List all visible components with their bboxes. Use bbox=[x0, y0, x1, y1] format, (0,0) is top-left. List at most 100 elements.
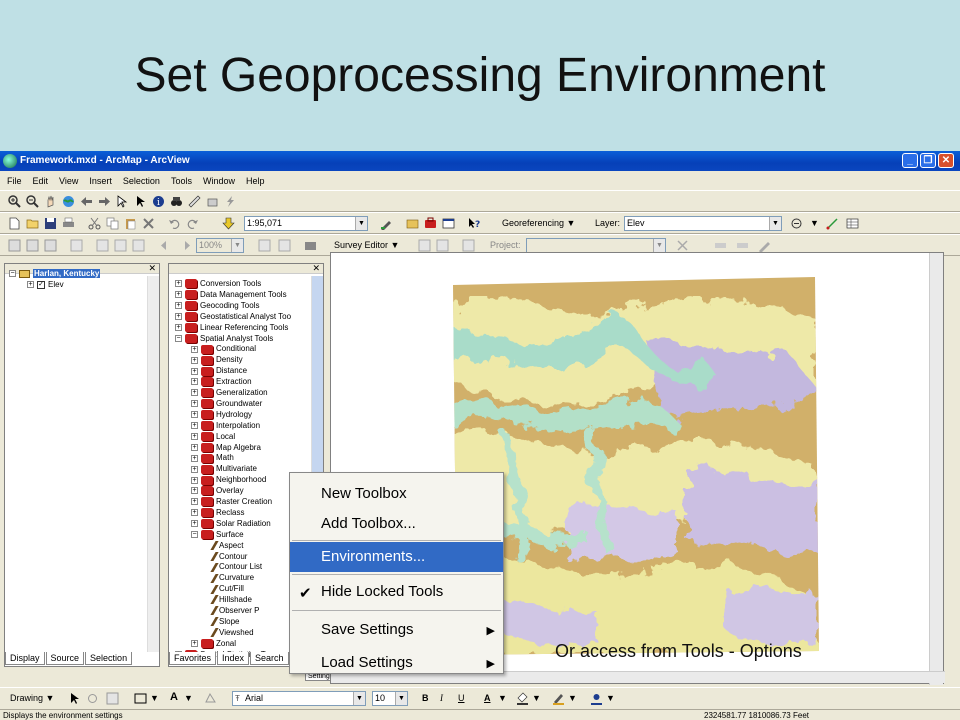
undo-icon[interactable] bbox=[168, 217, 181, 230]
toolbox-item[interactable]: + Solar Radiation bbox=[191, 518, 271, 529]
layout-zoom-in-icon[interactable] bbox=[8, 239, 21, 252]
toolbox-item[interactable]: + Data Management Tools bbox=[175, 289, 287, 300]
font-combo[interactable]: Ŧ Arial ▼ bbox=[232, 691, 366, 706]
layout-whole-page-icon[interactable] bbox=[70, 239, 83, 252]
tab-selection[interactable]: Selection bbox=[85, 652, 133, 665]
back-extent-icon[interactable] bbox=[80, 195, 93, 208]
find-icon[interactable] bbox=[170, 195, 183, 208]
expand-icon[interactable]: + bbox=[27, 281, 34, 289]
new-document-icon[interactable] bbox=[8, 217, 21, 230]
toolbox-item[interactable]: + Raster Creation bbox=[191, 496, 272, 507]
dropdown-arrow-icon[interactable]: ▼ bbox=[810, 218, 819, 228]
georeferencing-menu[interactable]: Georeferencing ▼ bbox=[502, 218, 575, 228]
toolbox-item[interactable]: Viewshed bbox=[204, 627, 254, 638]
expand-icon[interactable]: + bbox=[191, 389, 198, 397]
toolbox-item[interactable]: Contour List bbox=[204, 561, 262, 572]
marker-color-icon[interactable] bbox=[590, 692, 603, 705]
expand-icon[interactable]: + bbox=[191, 454, 198, 462]
tab-display[interactable]: Display bbox=[5, 652, 45, 665]
lightning-icon[interactable] bbox=[224, 195, 237, 208]
hyperlink-icon[interactable] bbox=[206, 195, 219, 208]
menu-edit[interactable]: Edit bbox=[26, 172, 53, 186]
layout-fixed-zoom-in-icon[interactable] bbox=[96, 239, 109, 252]
select-features-icon[interactable] bbox=[116, 195, 129, 208]
toggle-draft-icon[interactable] bbox=[258, 239, 271, 252]
expand-icon[interactable]: + bbox=[191, 400, 198, 408]
window-titlebar[interactable]: Framework.mxd - ArcMap - ArcView _ ❐ ✕ bbox=[0, 151, 960, 171]
add-control-points-icon[interactable] bbox=[826, 217, 839, 230]
expand-icon[interactable]: + bbox=[191, 476, 198, 484]
expand-icon[interactable]: + bbox=[191, 498, 198, 506]
project-combo[interactable]: ▼ bbox=[526, 238, 666, 253]
expand-icon[interactable]: + bbox=[191, 520, 198, 528]
arccatalog-icon[interactable] bbox=[406, 217, 419, 230]
expand-icon[interactable]: + bbox=[191, 487, 198, 495]
fill-color-icon[interactable] bbox=[516, 692, 529, 705]
close-button[interactable]: ✕ bbox=[938, 153, 954, 168]
map-vertical-scrollbar[interactable] bbox=[929, 253, 943, 685]
expand-icon[interactable]: + bbox=[175, 323, 182, 331]
select-elements-icon[interactable] bbox=[134, 195, 147, 208]
add-data-icon[interactable] bbox=[222, 217, 235, 230]
expand-icon[interactable]: + bbox=[191, 432, 198, 440]
expand-icon[interactable]: + bbox=[191, 411, 198, 419]
layout-forward-icon[interactable] bbox=[178, 239, 191, 252]
layout-fixed-zoom-out-icon[interactable] bbox=[114, 239, 127, 252]
survey-tool-b-icon[interactable] bbox=[436, 239, 449, 252]
redo-icon[interactable] bbox=[186, 217, 199, 230]
visibility-checkbox[interactable]: ✓ bbox=[37, 280, 45, 289]
layout-pan-icon[interactable] bbox=[44, 239, 57, 252]
menu-item-save-settings[interactable]: Save Settings bbox=[290, 615, 503, 645]
save-icon[interactable] bbox=[44, 217, 57, 230]
rotate-icon[interactable] bbox=[86, 692, 99, 705]
collapse-icon[interactable]: − bbox=[9, 270, 16, 278]
toc-item-layer[interactable]: + ✓ Elev bbox=[27, 279, 64, 290]
collapse-icon[interactable]: − bbox=[175, 334, 182, 342]
survey-link-icon[interactable] bbox=[714, 239, 727, 252]
toolbox-item[interactable]: + Neighborhood bbox=[191, 474, 266, 485]
maximize-button[interactable]: ❐ bbox=[920, 153, 936, 168]
expand-icon[interactable]: + bbox=[191, 422, 198, 430]
pan-icon[interactable] bbox=[44, 195, 57, 208]
survey-tool-c-icon[interactable] bbox=[462, 239, 475, 252]
expand-icon[interactable]: + bbox=[191, 367, 198, 375]
toolbox-item[interactable]: Slope bbox=[204, 616, 239, 627]
toolbox-item[interactable]: + Local bbox=[191, 431, 235, 442]
tab-favorites[interactable]: Favorites bbox=[169, 652, 217, 665]
line-color-icon[interactable] bbox=[552, 692, 565, 705]
minimize-button[interactable]: _ bbox=[902, 153, 918, 168]
open-folder-icon[interactable] bbox=[26, 217, 39, 230]
chevron-down-icon[interactable]: ▼ bbox=[395, 692, 407, 705]
edit-vertices-icon[interactable] bbox=[204, 692, 217, 705]
map-scale-combo[interactable]: 1:95,071 ▼ bbox=[244, 216, 368, 231]
rotate-tool-icon[interactable] bbox=[790, 217, 803, 230]
survey-points-icon[interactable] bbox=[676, 239, 689, 252]
measure-icon[interactable] bbox=[188, 195, 201, 208]
chevron-down-icon[interactable]: ▼ bbox=[355, 217, 367, 230]
dropdown-arrow-icon[interactable]: ▼ bbox=[184, 693, 193, 703]
forward-extent-icon[interactable] bbox=[98, 195, 111, 208]
toolbox-item[interactable]: Curvature bbox=[204, 572, 254, 583]
tab-source[interactable]: Source bbox=[45, 652, 85, 665]
rectangle-tool-icon[interactable] bbox=[134, 692, 147, 705]
toolbox-item[interactable]: Cut/Fill bbox=[204, 583, 244, 594]
dropdown-arrow-icon[interactable]: ▼ bbox=[498, 693, 507, 703]
toolbox-item[interactable]: + Geocoding Tools bbox=[175, 300, 259, 311]
identify-icon[interactable]: i bbox=[152, 195, 165, 208]
cut-icon[interactable] bbox=[88, 217, 101, 230]
expand-icon[interactable]: + bbox=[191, 443, 198, 451]
expand-icon[interactable]: + bbox=[191, 640, 198, 648]
toolbox-item[interactable]: + Interpolation bbox=[191, 420, 260, 431]
toc-item-data-frame[interactable]: − Harlan, Kentucky bbox=[9, 268, 101, 279]
font-color-button[interactable]: A bbox=[484, 693, 491, 703]
toolbox-item[interactable]: Hillshade bbox=[204, 594, 252, 605]
print-icon[interactable] bbox=[62, 217, 75, 230]
toolbox-item[interactable]: − Surface bbox=[191, 529, 244, 540]
toolbox-item[interactable]: Contour bbox=[204, 551, 247, 562]
menu-item-hide-locked-tools[interactable]: Hide Locked Tools bbox=[290, 577, 503, 607]
toolbox-item[interactable]: + Distance bbox=[191, 365, 247, 376]
survey-pencil-icon[interactable] bbox=[758, 239, 771, 252]
survey-link2-icon[interactable] bbox=[736, 239, 749, 252]
toolbox-item[interactable]: + Hydrology bbox=[191, 409, 252, 420]
underline-button[interactable]: U bbox=[458, 693, 465, 703]
